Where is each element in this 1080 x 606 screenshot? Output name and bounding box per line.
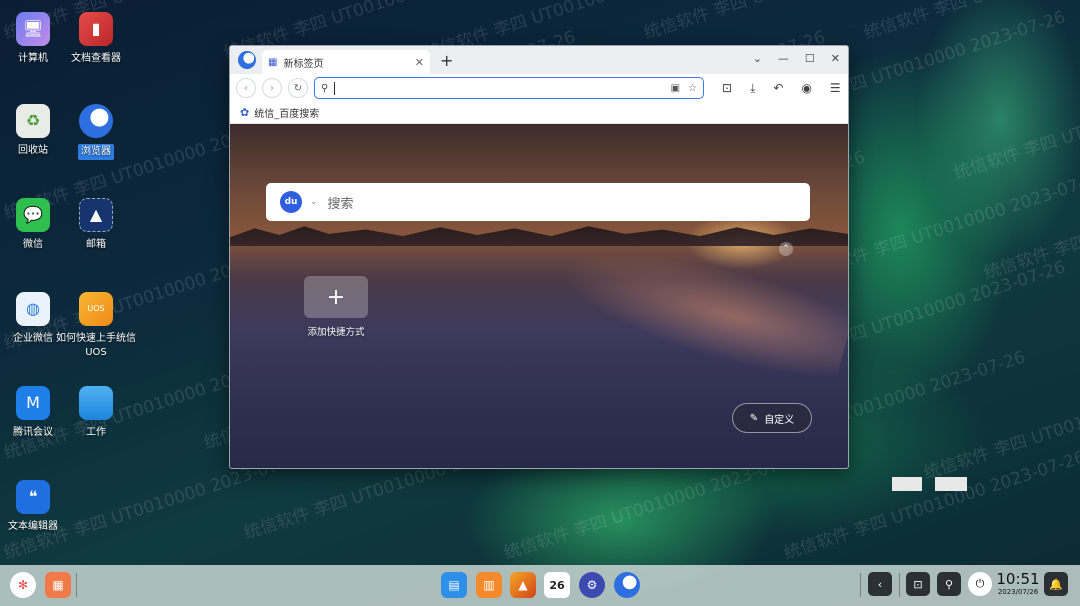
toolbar: ‹ › ↻ ⚲ ▣ ☆ ⊡ ⤓ ↶ ◉ ☰ <box>230 74 848 102</box>
baidu-paw-icon: ✿ <box>240 106 250 119</box>
redacted-block <box>892 477 922 491</box>
tab-title: 新标签页 <box>283 58 324 70</box>
screenshot-tray-icon[interactable]: ⊡ <box>906 572 930 596</box>
bookmark-item[interactable]: 统信_百度搜索 <box>254 105 319 120</box>
watermark-text: 统信软件 李四 UT0010000 2023-07-26 <box>921 367 1080 484</box>
calendar-icon[interactable]: 26 <box>544 572 570 598</box>
tab-close-icon[interactable]: ✕ <box>415 56 424 69</box>
desktop-icon-label: 文本编辑器 <box>8 521 58 532</box>
tab-bar: ▦ 新标签页 ✕ + ⌄ — ☐ ✕ <box>230 46 848 74</box>
pencil-icon: ✎ <box>749 412 759 424</box>
desktop-icon-label: 工作 <box>86 427 106 438</box>
folder-icon <box>79 386 113 420</box>
browser-logo-icon[interactable] <box>238 51 256 69</box>
desktop-icon-label: 如何快速上手统信UOS <box>56 333 136 358</box>
document-viewer-icon: ▮ <box>79 12 113 46</box>
search-box[interactable]: du ⌄ 搜索 <box>266 183 810 221</box>
taskbar-separator <box>76 573 77 597</box>
desktop-icon-mail[interactable]: ▲ 邮箱 <box>56 198 136 252</box>
menu-icon[interactable]: ☰ <box>830 81 841 95</box>
desktop-icon-text-editor[interactable]: ❝ 文本编辑器 <box>0 480 73 534</box>
launcher-icon[interactable]: ✻ <box>10 572 36 598</box>
background-glow <box>553 228 848 390</box>
qr-code-icon[interactable]: ▣ <box>671 83 680 94</box>
baidu-logo-icon[interactable]: du <box>280 191 302 213</box>
new-tab-button[interactable]: + <box>440 51 453 70</box>
forward-button[interactable]: › <box>262 78 282 98</box>
undo-icon[interactable]: ↶ <box>773 81 783 95</box>
clock-date: 2023/07/26 <box>997 588 1039 596</box>
url-input[interactable] <box>334 81 663 95</box>
computer-icon: 🖥 <box>16 12 50 46</box>
power-icon[interactable]: ⏻ <box>968 572 992 596</box>
customize-label: 自定义 <box>764 414 795 426</box>
desktop-icon-help[interactable]: UOS 如何快速上手统信UOS <box>56 292 136 360</box>
watermark-text: 统信软件 李四 UT0010000 2023-07-26 <box>981 167 1080 284</box>
trash-icon: ♻ <box>16 104 50 138</box>
chevron-down-icon[interactable]: ⌄ <box>310 197 318 207</box>
browser-icon[interactable] <box>614 572 640 598</box>
reload-button[interactable]: ↻ <box>288 78 308 98</box>
address-bar[interactable]: ⚲ ▣ ☆ <box>314 77 704 99</box>
tab-new-tab[interactable]: ▦ 新标签页 ✕ <box>262 50 430 74</box>
desktop-icon-browser[interactable]: 浏览器 <box>56 104 136 160</box>
search-placeholder[interactable]: 搜索 <box>328 193 354 212</box>
taskbar-separator <box>860 573 861 597</box>
add-shortcut-label: 添加快捷方式 <box>307 327 365 338</box>
desktop-icon-document-viewer[interactable]: ▮ 文档查看器 <box>56 12 136 66</box>
wecom-icon: ◍ <box>16 292 50 326</box>
collapse-tray-icon[interactable]: ‹ <box>868 572 892 596</box>
back-button[interactable]: ‹ <box>236 78 256 98</box>
browser-icon <box>79 104 113 138</box>
background-treeline <box>230 226 848 246</box>
grid-icon: ▦ <box>268 56 278 68</box>
new-tab-page: du ⌄ 搜索 ⌃ + 添加快捷方式 ✎ 自定义 <box>230 124 848 468</box>
notification-bell-icon[interactable]: 🔔 <box>1044 572 1068 596</box>
maximize-button[interactable]: ☐ <box>805 52 815 65</box>
screenshot-icon[interactable]: ⊡ <box>722 81 732 95</box>
tencent-meeting-icon: M <box>16 386 50 420</box>
window-controls: ⌄ — ☐ ✕ <box>753 52 840 65</box>
text-editor-icon: ❝ <box>16 480 50 514</box>
taskbar-separator <box>899 573 900 597</box>
file-manager-icon[interactable]: ▤ <box>441 572 467 598</box>
watermark-text: 统信软件 李四 UT0010000 2023-07-26 <box>640 0 948 44</box>
chevron-up-icon[interactable]: ⌃ <box>779 242 793 256</box>
clock-time: 10:51 <box>996 570 1040 588</box>
wechat-icon: 💬 <box>16 198 50 232</box>
customize-button[interactable]: ✎ 自定义 <box>732 403 812 433</box>
clock[interactable]: 10:51 2023/07/26 <box>996 571 1040 597</box>
browser-window: ▦ 新标签页 ✕ + ⌄ — ☐ ✕ ‹ › ↻ ⚲ ▣ ☆ ⊡ ⤓ ↶ ◉ ☰… <box>229 45 849 469</box>
window-menu-icon[interactable]: ⌄ <box>753 52 762 65</box>
mail-icon: ▲ <box>79 198 113 232</box>
redacted-block <box>935 477 967 491</box>
watermark-text: 统信软件 李四 UT0010000 2023-07-26 <box>860 0 1080 44</box>
settings-icon[interactable]: ⚙ <box>579 572 605 598</box>
search-icon: ⚲ <box>321 82 329 94</box>
desktop-icon-label: 文档查看器 <box>71 53 121 64</box>
search-icon[interactable]: ⚲ <box>937 572 961 596</box>
help-icon: UOS <box>79 292 113 326</box>
desktop-icon-label: 邮箱 <box>86 239 106 250</box>
bookmarks-bar: ✿ 统信_百度搜索 <box>230 102 848 124</box>
minimize-button[interactable]: — <box>778 52 789 65</box>
watermark-text: 统信软件 李四 UT0010000 2023-07-26 <box>951 67 1080 184</box>
close-button[interactable]: ✕ <box>831 52 840 65</box>
star-icon[interactable]: ☆ <box>688 83 697 94</box>
taskbar: ✻ ▦ ▤ ▥ ▲ 26 ⚙ ‹ ⊡ ⚲ ⏻ 10:51 2023/07/26 … <box>0 565 1080 606</box>
image-viewer-icon[interactable]: ▲ <box>510 572 536 598</box>
app-store-icon[interactable]: ▥ <box>476 572 502 598</box>
multitask-view-icon[interactable]: ▦ <box>45 572 71 598</box>
desktop-icon-folder-work[interactable]: 工作 <box>56 386 136 440</box>
add-shortcut-button[interactable]: + <box>304 276 368 318</box>
account-icon[interactable]: ◉ <box>801 81 811 95</box>
download-icon[interactable]: ⤓ <box>750 81 755 96</box>
desktop-icon-label: 浏览器 <box>78 144 114 160</box>
